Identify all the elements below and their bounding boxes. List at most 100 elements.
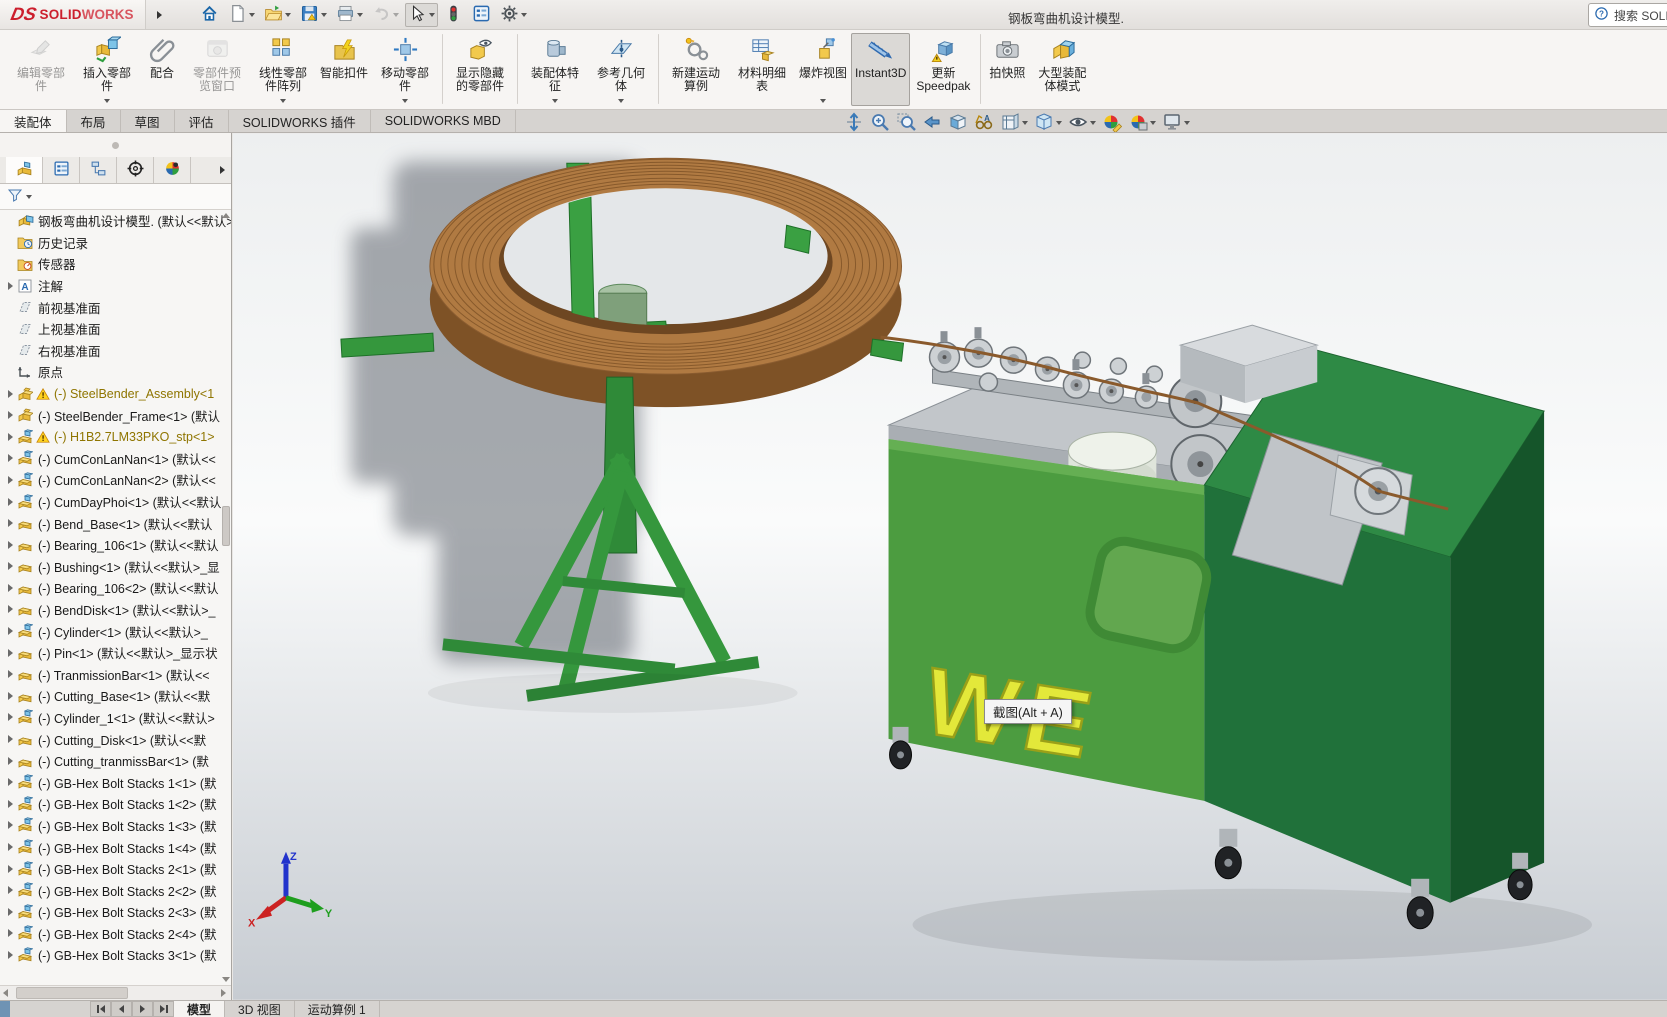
ribbon-button[interactable]: 拍快照: [985, 33, 1029, 106]
headsup-button[interactable]: [895, 111, 917, 136]
tree-item[interactable]: (-) GB-Hex Bolt Stacks 3<1> (默: [0, 944, 231, 966]
scroll-down-icon[interactable]: [222, 977, 230, 982]
expand-arrow-icon[interactable]: [3, 584, 17, 592]
tree-item[interactable]: (-) GB-Hex Bolt Stacks 2<3> (默: [0, 901, 231, 923]
ribbon-button[interactable]: 显示隐藏的零部件: [447, 33, 513, 106]
tree-horizontal-scrollbar[interactable]: [0, 985, 231, 1000]
quick-access-button[interactable]: [497, 3, 530, 27]
expand-arrow-icon[interactable]: [3, 282, 17, 290]
panel-tab[interactable]: [154, 157, 191, 183]
expand-arrow-icon[interactable]: [3, 562, 17, 570]
ribbon-button[interactable]: 智能扣件: [316, 33, 372, 106]
expand-arrow-icon[interactable]: [3, 649, 17, 657]
expand-arrow-icon[interactable]: [3, 692, 17, 700]
tree-item[interactable]: 前视基准面: [0, 296, 231, 318]
expand-arrow-icon[interactable]: [3, 929, 17, 937]
tree-item[interactable]: (-) GB-Hex Bolt Stacks 2<2> (默: [0, 879, 231, 901]
quick-access-button[interactable]: [197, 3, 222, 27]
quick-access-button[interactable]: [333, 3, 366, 27]
quick-access-button[interactable]: [369, 3, 402, 27]
quick-access-button[interactable]: [441, 3, 466, 27]
ribbon-button[interactable]: [442, 34, 443, 104]
expand-arrow-icon[interactable]: [3, 951, 17, 959]
headsup-button[interactable]: [1033, 111, 1063, 136]
expand-arrow-icon[interactable]: [3, 433, 17, 441]
next-tab-button[interactable]: [132, 1001, 153, 1017]
tree-item[interactable]: (-) GB-Hex Bolt Stacks 1<1> (默: [0, 771, 231, 793]
tree-item[interactable]: (-) Bushing<1> (默认<<默认>_显: [0, 556, 231, 578]
expand-arrow-icon[interactable]: [3, 605, 17, 613]
quick-access-button[interactable]: [469, 3, 494, 27]
model-view-tab[interactable]: 3D 视图: [225, 1001, 295, 1017]
panel-flyout-button[interactable]: [213, 157, 231, 183]
tree-item[interactable]: (-) Bend_Base<1> (默认<<默认: [0, 512, 231, 534]
ribbon-button[interactable]: 配合: [140, 33, 184, 106]
tree-item[interactable]: (-) Bearing_106<1> (默认<<默认: [0, 534, 231, 556]
headsup-button[interactable]: [1161, 111, 1191, 136]
tree-item[interactable]: (-) GB-Hex Bolt Stacks 2<4> (默: [0, 923, 231, 945]
tree-item[interactable]: (-) H1B2.7LM33PKO_stp<1>: [0, 426, 231, 448]
model-view-tab[interactable]: 模型: [174, 1001, 225, 1017]
headsup-button[interactable]: [921, 111, 943, 136]
first-tab-button[interactable]: [90, 1001, 111, 1017]
quick-access-button[interactable]: [297, 3, 330, 27]
command-tab[interactable]: 草图: [121, 110, 175, 132]
expand-arrow-icon[interactable]: [3, 390, 17, 398]
tree-item[interactable]: (-) TranmissionBar<1> (默认<<: [0, 663, 231, 685]
tree-root-item[interactable]: 钢板弯曲机设计模型. (默认<<默认>_: [0, 210, 231, 232]
search-box[interactable]: ? 搜索 SOLIDW: [1588, 3, 1667, 27]
headsup-button[interactable]: [947, 111, 969, 136]
tree-vertical-scrollbar[interactable]: [221, 210, 231, 985]
ribbon-button[interactable]: Instant3D: [851, 33, 910, 106]
panel-resize-handle[interactable]: [112, 142, 119, 149]
scroll-right-icon[interactable]: [221, 989, 226, 997]
model-view-tab[interactable]: 运动算例 1: [295, 1001, 380, 1017]
command-tab[interactable]: 布局: [67, 110, 121, 132]
tree-item[interactable]: A 注解: [0, 275, 231, 297]
tree-item[interactable]: (-) GB-Hex Bolt Stacks 2<1> (默: [0, 858, 231, 880]
tree-item[interactable]: 上视基准面: [0, 318, 231, 340]
tree-item[interactable]: (-) CumDayPhoi<1> (默认<<默认: [0, 491, 231, 513]
headsup-button[interactable]: [843, 111, 865, 136]
ribbon-button[interactable]: 更新 Speedpak: [910, 33, 976, 106]
filter-icon[interactable]: [7, 187, 23, 206]
ribbon-button[interactable]: 移动零部件: [372, 33, 438, 106]
ribbon-button[interactable]: [658, 34, 659, 104]
scrollbar-thumb[interactable]: [16, 987, 128, 999]
command-tab[interactable]: SOLIDWORKS MBD: [371, 110, 516, 132]
expand-arrow-icon[interactable]: [3, 843, 17, 851]
tree-item[interactable]: (-) Cutting_tranmissBar<1> (默: [0, 750, 231, 772]
tree-item[interactable]: (-) BendDisk<1> (默认<<默认>_: [0, 599, 231, 621]
tree-item[interactable]: (-) CumConLanNan<2> (默认<<: [0, 469, 231, 491]
expand-arrow-icon[interactable]: [3, 627, 17, 635]
tree-item[interactable]: (-) Pin<1> (默认<<默认>_显示状: [0, 642, 231, 664]
tree-item[interactable]: (-) Cutting_Base<1> (默认<<默: [0, 685, 231, 707]
tree-item[interactable]: (-) Cylinder_1<1> (默认<<默认>: [0, 707, 231, 729]
headsup-button[interactable]: [869, 111, 891, 136]
search-input[interactable]: 搜索 SOLIDW: [1614, 7, 1667, 24]
expand-arrow-icon[interactable]: [3, 519, 17, 527]
tree-item[interactable]: (-) GB-Hex Bolt Stacks 1<4> (默: [0, 836, 231, 858]
expand-arrow-icon[interactable]: [3, 541, 17, 549]
ribbon-button[interactable]: 编辑零部件: [8, 33, 74, 106]
tree-item[interactable]: (-) SteelBender_Assembly<1: [0, 383, 231, 405]
last-tab-button[interactable]: [153, 1001, 174, 1017]
quick-access-expand-button[interactable]: [151, 3, 167, 27]
tree-item[interactable]: (-) Cylinder<1> (默认<<默认>_: [0, 620, 231, 642]
panel-tab[interactable]: [43, 157, 80, 183]
expand-arrow-icon[interactable]: [3, 886, 17, 894]
scroll-up-icon[interactable]: [222, 213, 230, 218]
scrollbar-thumb[interactable]: [222, 506, 230, 546]
headsup-button[interactable]: [1127, 111, 1157, 136]
panel-tab[interactable]: [80, 157, 117, 183]
ribbon-button[interactable]: 新建运动算例: [663, 33, 729, 106]
previous-tab-button[interactable]: [111, 1001, 132, 1017]
expand-arrow-icon[interactable]: [3, 778, 17, 786]
tree-item[interactable]: 传感器: [0, 253, 231, 275]
headsup-button[interactable]: [999, 111, 1029, 136]
ribbon-button[interactable]: [980, 34, 981, 104]
ribbon-button[interactable]: 参考几何体: [588, 33, 654, 106]
expand-arrow-icon[interactable]: [3, 498, 17, 506]
scroll-left-icon[interactable]: [3, 989, 8, 997]
quick-access-button[interactable]: [405, 3, 438, 27]
